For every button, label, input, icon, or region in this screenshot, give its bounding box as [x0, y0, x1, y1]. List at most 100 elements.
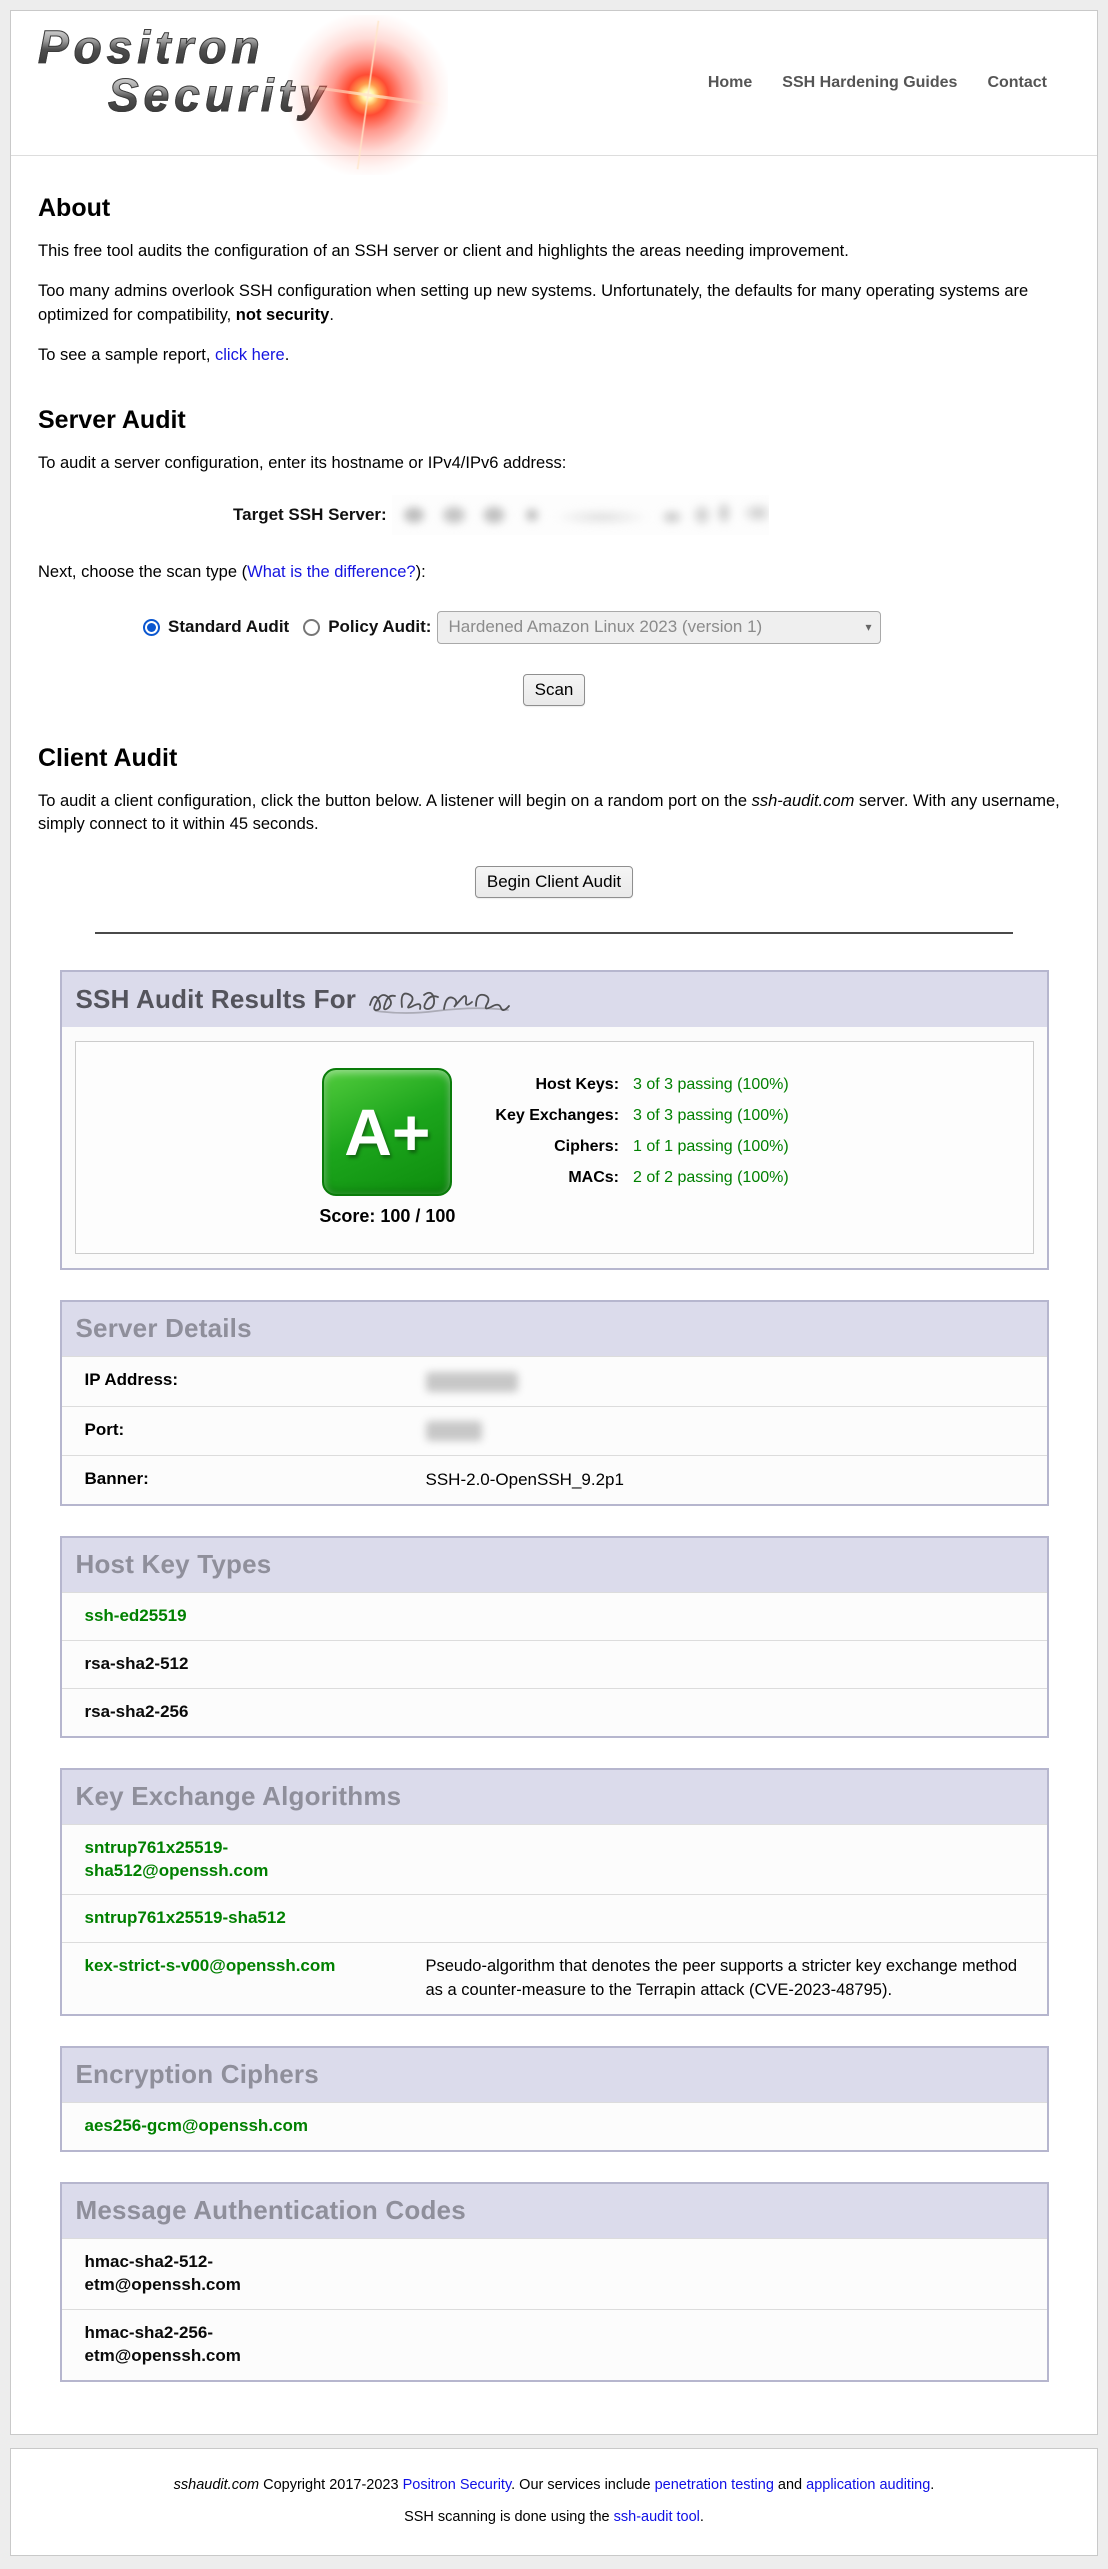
table-row: hmac-sha2-512-etm@openssh.com — [62, 2238, 1047, 2309]
key-exchange-header: Key Exchange Algorithms — [62, 1770, 1047, 1824]
stat-label-key-exchanges: Key Exchanges: — [495, 1107, 619, 1125]
standard-audit-radio[interactable] — [143, 619, 160, 636]
macs-panel: Message Authentication Codes hmac-sha2-5… — [60, 2182, 1049, 2382]
table-row: Port: — [62, 1406, 1047, 1455]
policy-select-value: Hardened Amazon Linux 2023 (version 1) — [448, 617, 762, 637]
nav-item-home[interactable]: Home — [708, 74, 752, 92]
macs-title: Message Authentication Codes — [76, 2195, 1033, 2226]
encryption-ciphers-panel: Encryption Ciphers aes256-gcm@openssh.co… — [60, 2046, 1049, 2152]
table-row: kex-strict-s-v00@openssh.com Pseudo-algo… — [62, 1942, 1047, 2014]
footer-ssh-audit-tool-link[interactable]: ssh-audit tool — [614, 2509, 700, 2525]
results-inner-box: A+ Score: 100 / 100 Host Keys: 3 of 3 pa… — [75, 1041, 1034, 1254]
port-value — [426, 1419, 1047, 1443]
about-paragraph-3: To see a sample report, click here. — [38, 344, 1070, 367]
begin-client-audit-button[interactable]: Begin Client Audit — [475, 866, 633, 898]
policy-audit-label: Policy Audit: — [328, 617, 431, 637]
table-row: aes256-gcm@openssh.com — [62, 2102, 1047, 2150]
client-audit-heading: Client Audit — [38, 744, 1070, 773]
host-key-name: rsa-sha2-256 — [62, 1701, 426, 1724]
footer-period: . — [930, 2477, 934, 2493]
stat-value-ciphers: 1 of 1 passing (100%) — [633, 1138, 789, 1156]
redacted-hostname-value — [392, 495, 769, 535]
about-heading: About — [38, 194, 1070, 223]
scan-type-suffix: ): — [416, 563, 426, 581]
section-divider — [95, 932, 1013, 934]
kex-name: sntrup761x25519-sha512@openssh.com — [62, 1837, 426, 1883]
grade-column: A+ Score: 100 / 100 — [319, 1068, 455, 1227]
ip-address-value — [426, 1369, 1047, 1393]
stat-label-ciphers: Ciphers: — [495, 1138, 619, 1156]
about-p2-bold: not security — [236, 306, 330, 324]
banner-label: Banner: — [62, 1468, 426, 1492]
macs-header: Message Authentication Codes — [62, 2184, 1047, 2238]
site-header: Positron Security Home SSH Hardening Gui… — [11, 11, 1097, 156]
grade-badge: A+ — [322, 1068, 452, 1196]
footer-line-1: sshaudit.com Copyright 2017-2023 Positro… — [31, 2477, 1077, 2493]
policy-audit-radio[interactable] — [303, 619, 320, 636]
target-server-input[interactable] — [392, 495, 769, 535]
results-panel-header: SSH Audit Results For — [62, 972, 1047, 1027]
kex-name: sntrup761x25519-sha512 — [62, 1907, 426, 1930]
footer-and-text: and — [774, 2477, 806, 2493]
kex-name: kex-strict-s-v00@openssh.com — [62, 1955, 426, 2002]
footer-site-name: sshaudit.com — [174, 2477, 259, 2493]
sample-report-link[interactable]: click here — [215, 346, 285, 364]
footer-pentest-link[interactable]: penetration testing — [655, 2477, 774, 2493]
host-key-types-panel: Host Key Types ssh-ed25519 rsa-sha2-512 … — [60, 1536, 1049, 1738]
host-key-types-header: Host Key Types — [62, 1538, 1047, 1592]
stat-value-host-keys: 3 of 3 passing (100%) — [633, 1076, 789, 1094]
host-key-types-title: Host Key Types — [76, 1549, 1033, 1580]
scan-button[interactable]: Scan — [523, 674, 586, 706]
footer-auditing-link[interactable]: application auditing — [806, 2477, 930, 2493]
table-row: IP Address: — [62, 1356, 1047, 1405]
host-key-name: ssh-ed25519 — [62, 1605, 426, 1628]
server-audit-intro: To audit a server configuration, enter i… — [38, 452, 1070, 475]
stat-value-key-exchanges: 3 of 3 passing (100%) — [633, 1107, 789, 1125]
page-content: About This free tool audits the configur… — [11, 194, 1097, 2382]
cipher-name: aes256-gcm@openssh.com — [62, 2115, 426, 2138]
about-p2-text: Too many admins overlook SSH configurati… — [38, 282, 1028, 323]
stat-label-macs: MACs: — [495, 1169, 619, 1187]
about-paragraph-2: Too many admins overlook SSH configurati… — [38, 280, 1070, 327]
policy-select-dropdown[interactable]: Hardened Amazon Linux 2023 (version 1) ▾ — [437, 611, 881, 644]
target-server-label: Target SSH Server: — [233, 505, 387, 525]
client-audit-domain-italic: ssh-audit.com — [752, 792, 855, 810]
results-stats: Host Keys: 3 of 3 passing (100%) Key Exc… — [495, 1076, 788, 1187]
about-paragraph-1: This free tool audits the configuration … — [38, 240, 1070, 263]
nav-item-ssh-hardening-guides[interactable]: SSH Hardening Guides — [782, 74, 957, 92]
client-audit-intro: To audit a client configuration, click t… — [38, 790, 1070, 837]
scan-type-difference-link[interactable]: What is the difference? — [247, 563, 415, 581]
logo-text-line2: Security — [108, 71, 508, 119]
sample-report-period: . — [285, 346, 290, 364]
ip-address-label: IP Address: — [62, 1369, 426, 1393]
site-footer: sshaudit.com Copyright 2017-2023 Positro… — [10, 2448, 1098, 2556]
table-row: sntrup761x25519-sha512 — [62, 1894, 1047, 1942]
stat-value-macs: 2 of 2 passing (100%) — [633, 1169, 789, 1187]
target-server-row: Target SSH Server: — [233, 495, 1070, 535]
about-p2-period: . — [329, 306, 334, 324]
top-navigation: Home SSH Hardening Guides Contact — [708, 74, 1047, 92]
footer-company-link[interactable]: Positron Security — [403, 2477, 512, 2493]
server-details-header: Server Details — [62, 1302, 1047, 1356]
key-exchange-panel: Key Exchange Algorithms sntrup761x25519-… — [60, 1768, 1049, 2017]
ssh-audit-results-panel: SSH Audit Results For — [60, 970, 1049, 1270]
table-row: Banner: SSH-2.0-OpenSSH_9.2p1 — [62, 1455, 1047, 1504]
chevron-down-icon: ▾ — [865, 620, 871, 634]
positron-security-logo[interactable]: Positron Security — [38, 23, 508, 143]
footer-services-text: . Our services include — [511, 2477, 654, 2493]
table-row: rsa-sha2-512 — [62, 1640, 1047, 1688]
kex-note — [426, 1837, 1047, 1883]
banner-value: SSH-2.0-OpenSSH_9.2p1 — [426, 1468, 1047, 1492]
results-panel-body: A+ Score: 100 / 100 Host Keys: 3 of 3 pa… — [62, 1027, 1047, 1268]
server-details-title: Server Details — [76, 1313, 1033, 1344]
encryption-ciphers-title: Encryption Ciphers — [76, 2059, 1033, 2090]
nav-item-contact[interactable]: Contact — [987, 74, 1047, 92]
encryption-ciphers-header: Encryption Ciphers — [62, 2048, 1047, 2102]
results-panel-title: SSH Audit Results For — [76, 983, 1033, 1015]
results-title-text: SSH Audit Results For — [76, 984, 357, 1015]
mac-name: hmac-sha2-256-etm@openssh.com — [62, 2322, 426, 2368]
redacted-ip-value — [426, 1372, 518, 1392]
scan-type-line: Next, choose the scan type (What is the … — [38, 561, 1070, 584]
server-details-panel: Server Details IP Address: Port: Banner:… — [60, 1300, 1049, 1505]
kex-note: Pseudo-algorithm that denotes the peer s… — [426, 1955, 1047, 2002]
